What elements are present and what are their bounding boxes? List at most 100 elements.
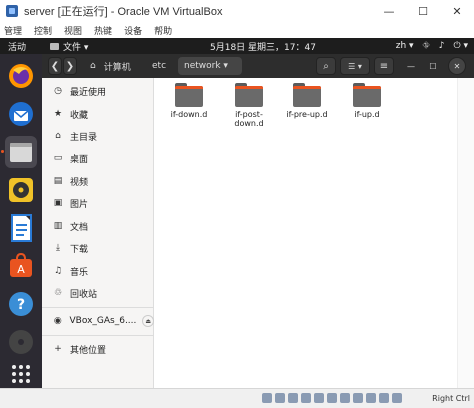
back-button[interactable]: ❮	[48, 57, 62, 75]
sidebar-item-label: 收藏	[70, 110, 89, 121]
recent-icon: ◷	[54, 86, 62, 96]
close-button[interactable]: ✕	[440, 0, 474, 22]
folder-item[interactable]: if-down.d	[159, 83, 219, 119]
folder-item[interactable]: if-post-down.d	[219, 83, 279, 128]
trash-icon: ♲	[53, 288, 63, 298]
files-headerbar: ❮ ❯ ⌂ 计算机 etc network ▾ ⌕ ☰ ▾ ≡ — ☐ ✕	[42, 54, 474, 78]
folder-item[interactable]: if-pre-up.d	[277, 83, 337, 119]
minimize-icon: —	[383, 4, 395, 18]
recording-icon[interactable]	[353, 393, 363, 403]
power-icon[interactable]: ⏻ ▾	[454, 41, 469, 51]
files-mini-icon	[50, 42, 59, 50]
view-options-button[interactable]: ☰ ▾	[340, 57, 370, 75]
audio-icon[interactable]	[288, 393, 298, 403]
sidebar-item-other-locations[interactable]: + 其他位置	[42, 338, 154, 360]
search-button[interactable]: ⌕	[316, 57, 336, 75]
maximize-icon: ☐	[418, 4, 428, 18]
sidebar-item-label: 视频	[70, 177, 89, 188]
hard-disk-icon[interactable]	[262, 393, 272, 403]
eject-icon[interactable]: ⏏	[142, 315, 154, 327]
sidebar-item-label: 回收站	[70, 289, 98, 300]
home-icon: ⌂	[55, 131, 61, 141]
menu-help[interactable]: 帮助	[154, 24, 172, 37]
video-icon: ▤	[53, 176, 63, 186]
optical-drive-icon[interactable]	[275, 393, 285, 403]
activities-button[interactable]: 活动	[8, 40, 26, 53]
plus-icon: +	[54, 344, 62, 354]
folder-item[interactable]: if-up.d	[337, 83, 397, 119]
svg-text:A: A	[17, 263, 25, 276]
status-icons	[262, 393, 402, 403]
optical-disc-icon: ◉	[53, 316, 62, 326]
network-icon[interactable]: ⛗	[423, 41, 430, 51]
maximize-button[interactable]: ☐	[406, 0, 440, 22]
hamburger-menu-button[interactable]: ≡	[374, 57, 394, 75]
forward-button[interactable]: ❯	[63, 57, 77, 75]
sidebar-item-starred[interactable]: ★ 收藏	[42, 103, 154, 125]
clock[interactable]: 5月18日 星期三，17：47	[210, 40, 316, 53]
sidebar-divider	[42, 335, 154, 336]
files-close-button[interactable]: ✕	[448, 57, 466, 75]
rhythmbox-icon[interactable]	[5, 174, 37, 206]
search-icon: ⌕	[323, 60, 329, 72]
forward-icon: ❯	[65, 60, 75, 72]
breadcrumb-etc-label: etc	[152, 61, 167, 71]
keyboard-icon[interactable]	[392, 393, 402, 403]
close-icon: ✕	[452, 4, 462, 18]
window-title: server [正在运行] - Oracle VM VirtualBox	[24, 6, 223, 18]
minimize-button[interactable]: —	[372, 0, 406, 22]
show-applications-icon[interactable]	[5, 358, 37, 390]
sidebar-item-documents[interactable]: ▥ 文档	[42, 215, 154, 237]
folder-name: if-post-down.d	[234, 110, 264, 128]
menu-control[interactable]: 控制	[34, 24, 52, 37]
sidebar-item-label: 主目录	[70, 132, 98, 143]
cpu-icon[interactable]	[366, 393, 376, 403]
sidebar-item-label: VBox_GAs_6....	[69, 316, 137, 326]
close-icon: ✕	[453, 61, 461, 71]
writer-icon[interactable]	[5, 212, 37, 244]
mouse-integration-icon[interactable]	[379, 393, 389, 403]
menu-manage[interactable]: 管理	[4, 24, 22, 37]
menu-devices[interactable]: 设备	[124, 24, 142, 37]
sidebar-item-label: 下载	[70, 244, 89, 255]
usb-icon[interactable]	[314, 393, 324, 403]
sidebar-item-downloads[interactable]: ⤓ 下载	[42, 237, 154, 259]
ubuntu-topbar: 活动 文件 ▾ 5月18日 星期三，17：47 zh ▾ ⛗ ♪ ⏻ ▾	[0, 38, 474, 54]
dvd-icon[interactable]	[5, 326, 37, 358]
sidebar-item-desktop[interactable]: ▭ 桌面	[42, 147, 154, 169]
vertical-scrollbar[interactable]	[457, 78, 474, 388]
app-menu[interactable]: 文件 ▾	[50, 40, 88, 53]
help-icon[interactable]: ?	[5, 288, 37, 320]
volume-icon[interactable]: ♪	[439, 41, 445, 51]
menu-view[interactable]: 视图	[64, 24, 82, 37]
sidebar-item-trash[interactable]: ♲ 回收站	[42, 282, 154, 304]
files-icon[interactable]	[1, 136, 37, 168]
display-icon[interactable]	[340, 393, 350, 403]
breadcrumb-computer-label: 计算机	[103, 62, 131, 73]
breadcrumb-network[interactable]: network ▾	[178, 57, 242, 75]
files-minimize-button[interactable]: —	[402, 57, 420, 75]
music-icon: ♫	[53, 266, 63, 276]
sidebar-item-vbox-cd[interactable]: ◉ VBox_GAs_6.... ⏏	[42, 310, 154, 332]
software-icon[interactable]: A	[5, 250, 37, 282]
sidebar-item-music[interactable]: ♫ 音乐	[42, 260, 154, 282]
maximize-icon: ☐	[429, 61, 437, 71]
sidebar-item-pictures[interactable]: ▣ 图片	[42, 192, 154, 214]
sidebar-divider	[42, 307, 154, 308]
breadcrumb-etc[interactable]: etc	[146, 57, 172, 75]
sidebar-item-recent[interactable]: ◷ 最近使用	[42, 80, 154, 102]
sidebar-item-home[interactable]: ⌂ 主目录	[42, 125, 154, 147]
folder-name: if-up.d	[354, 110, 380, 119]
files-sidebar: ◷ 最近使用 ★ 收藏 ⌂ 主目录 ▭ 桌面 ▤ 视频 ▣ 图片 ▥ 文档 ⤓ …	[42, 78, 154, 388]
input-language[interactable]: zh ▾	[396, 41, 414, 51]
network-adapter-icon[interactable]	[301, 393, 311, 403]
breadcrumb-computer[interactable]: ⌂ 计算机	[84, 57, 137, 75]
firefox-icon[interactable]	[5, 60, 37, 92]
breadcrumb-network-label: network ▾	[184, 61, 228, 71]
thunderbird-icon[interactable]	[5, 98, 37, 130]
files-maximize-button[interactable]: ☐	[424, 57, 442, 75]
menu-hotkeys[interactable]: 热键	[94, 24, 112, 37]
sidebar-item-videos[interactable]: ▤ 视频	[42, 170, 154, 192]
shared-folder-icon[interactable]	[327, 393, 337, 403]
sidebar-item-label: 桌面	[70, 154, 89, 165]
